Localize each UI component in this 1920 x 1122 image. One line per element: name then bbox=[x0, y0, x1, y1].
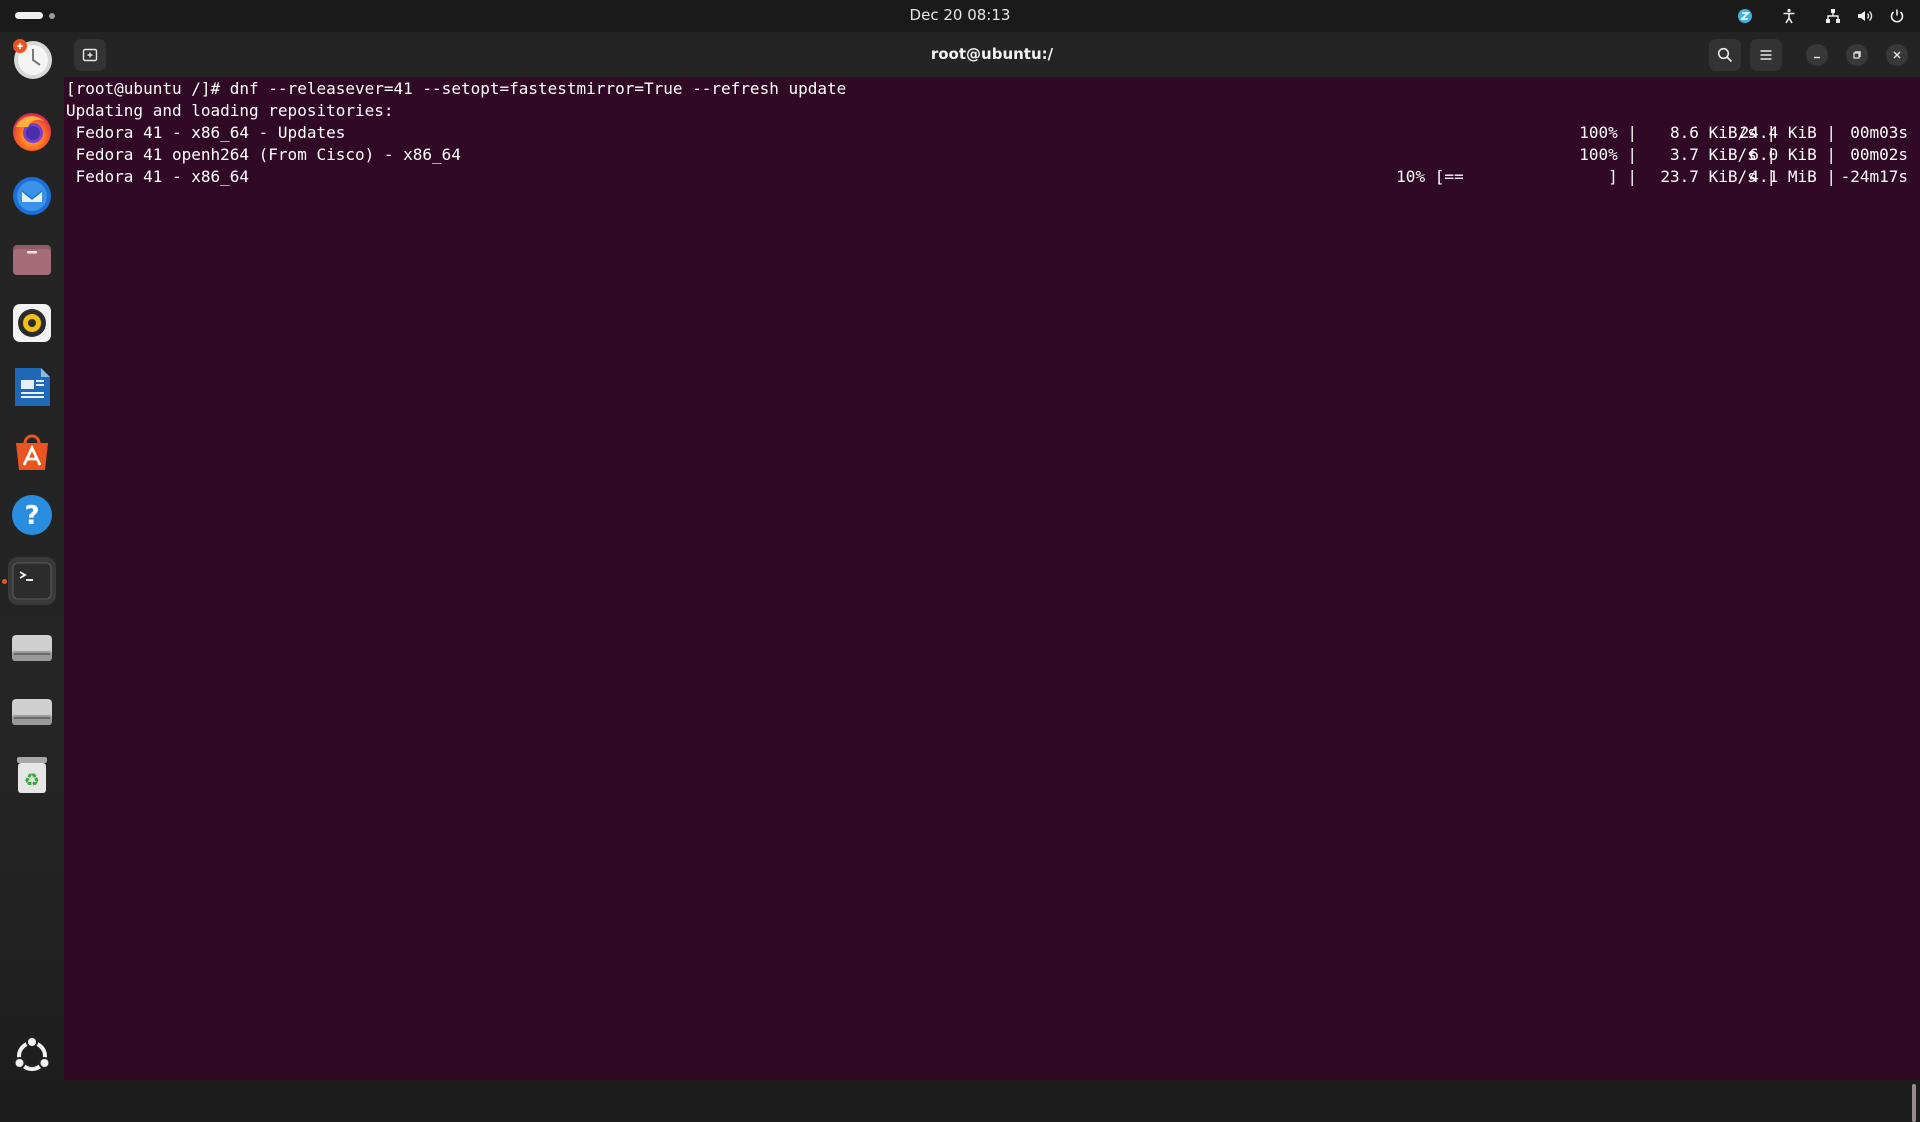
app-center-icon bbox=[16, 434, 48, 470]
minimize-icon bbox=[1814, 56, 1820, 59]
ubuntu-logo-icon bbox=[13, 1036, 51, 1071]
terminal-window: root@ubuntu:/ [root@ubuntu /]# dnf --rel… bbox=[64, 32, 1920, 1122]
clock[interactable]: Dec 20 08:13 bbox=[910, 6, 1011, 24]
dock-item-drive[interactable] bbox=[8, 687, 56, 735]
window-headerbar[interactable]: root@ubuntu:/ bbox=[64, 32, 1920, 78]
repo-progress: 10% [== ] | bbox=[1396, 167, 1637, 186]
repo-size: 4.1 MiB | bbox=[1730, 167, 1836, 186]
libreoffice-writer-icon bbox=[15, 368, 50, 406]
scrollbar-thumb[interactable] bbox=[1912, 1084, 1916, 1122]
volume-icon[interactable] bbox=[1856, 7, 1874, 25]
command-line: [root@ubuntu /]# dnf --releasever=41 --s… bbox=[66, 79, 847, 98]
running-indicator bbox=[2, 579, 7, 584]
close-icon bbox=[1893, 51, 1901, 59]
dock-item-software-updater[interactable] bbox=[8, 35, 56, 83]
search-button[interactable] bbox=[1709, 39, 1741, 71]
repo-size: 24.4 KiB | bbox=[1730, 123, 1836, 142]
minimize-button[interactable] bbox=[1806, 44, 1828, 66]
restore-button[interactable] bbox=[1846, 44, 1868, 66]
svg-text:♻: ♻ bbox=[24, 770, 40, 791]
workspace-dot bbox=[49, 12, 55, 19]
hamburger-menu-icon bbox=[1760, 50, 1772, 60]
workspace-active-pill bbox=[15, 12, 43, 19]
files-icon bbox=[13, 245, 51, 275]
repo-name: Fedora 41 - x86_64 - Updates bbox=[66, 123, 346, 142]
new-tab-icon bbox=[82, 48, 98, 62]
terminal-icon bbox=[12, 562, 52, 600]
menu-button[interactable] bbox=[1750, 39, 1782, 71]
power-icon[interactable] bbox=[1888, 7, 1906, 25]
trash-icon: ♻ bbox=[17, 757, 47, 793]
repo-size: 6.0 KiB | bbox=[1730, 145, 1836, 164]
dock-item-terminal[interactable] bbox=[2, 557, 56, 605]
repo-time: -24m17s bbox=[1830, 167, 1908, 186]
svg-text:?: ? bbox=[24, 501, 39, 531]
close-button[interactable] bbox=[1886, 44, 1908, 66]
software-updater-icon bbox=[13, 39, 52, 79]
dock: ? ♻ bbox=[0, 32, 64, 1080]
dock-item-rhythmbox[interactable] bbox=[8, 299, 56, 347]
update-notifier-icon[interactable] bbox=[1736, 7, 1754, 25]
network-icon[interactable] bbox=[1824, 7, 1842, 25]
repo-progress: 100% | bbox=[1579, 145, 1637, 164]
dock-item-app-center[interactable] bbox=[8, 427, 56, 475]
dock-item-libreoffice-writer[interactable] bbox=[8, 363, 56, 411]
repo-time: 00m03s bbox=[1830, 123, 1908, 142]
dock-item-firefox[interactable] bbox=[8, 107, 56, 155]
window-title: root@ubuntu:/ bbox=[930, 45, 1054, 63]
restore-icon bbox=[1853, 51, 1861, 59]
activities-indicator[interactable] bbox=[15, 12, 55, 19]
dock-item-help[interactable]: ? bbox=[8, 491, 56, 539]
show-apps-button[interactable] bbox=[8, 1032, 56, 1080]
dock-item-drive[interactable] bbox=[8, 623, 56, 671]
repo-name: Fedora 41 openh264 (From Cisco) - x86_64 bbox=[66, 145, 461, 164]
repo-time: 00m02s bbox=[1830, 145, 1908, 164]
new-tab-button[interactable] bbox=[74, 39, 106, 71]
status-line: Updating and loading repositories: bbox=[66, 101, 394, 120]
dock-item-files[interactable] bbox=[8, 235, 56, 283]
top-bar: Dec 20 08:13 bbox=[0, 0, 1920, 32]
drive-icon bbox=[12, 699, 52, 725]
help-icon: ? bbox=[12, 495, 52, 535]
accessibility-icon[interactable] bbox=[1780, 7, 1798, 25]
system-tray bbox=[1736, 0, 1906, 32]
terminal-output[interactable]: [root@ubuntu /]# dnf --releasever=41 --s… bbox=[64, 78, 1920, 1122]
thunderbird-icon bbox=[13, 177, 51, 215]
dock-item-thunderbird[interactable] bbox=[8, 171, 56, 219]
search-icon bbox=[1717, 47, 1733, 63]
dock-item-trash[interactable]: ♻ bbox=[8, 751, 56, 799]
repo-progress: 100% | bbox=[1579, 123, 1637, 142]
drive-icon bbox=[12, 635, 52, 661]
rhythmbox-icon bbox=[13, 304, 51, 342]
repo-name: Fedora 41 - x86_64 bbox=[66, 167, 250, 186]
firefox-icon bbox=[13, 113, 51, 151]
